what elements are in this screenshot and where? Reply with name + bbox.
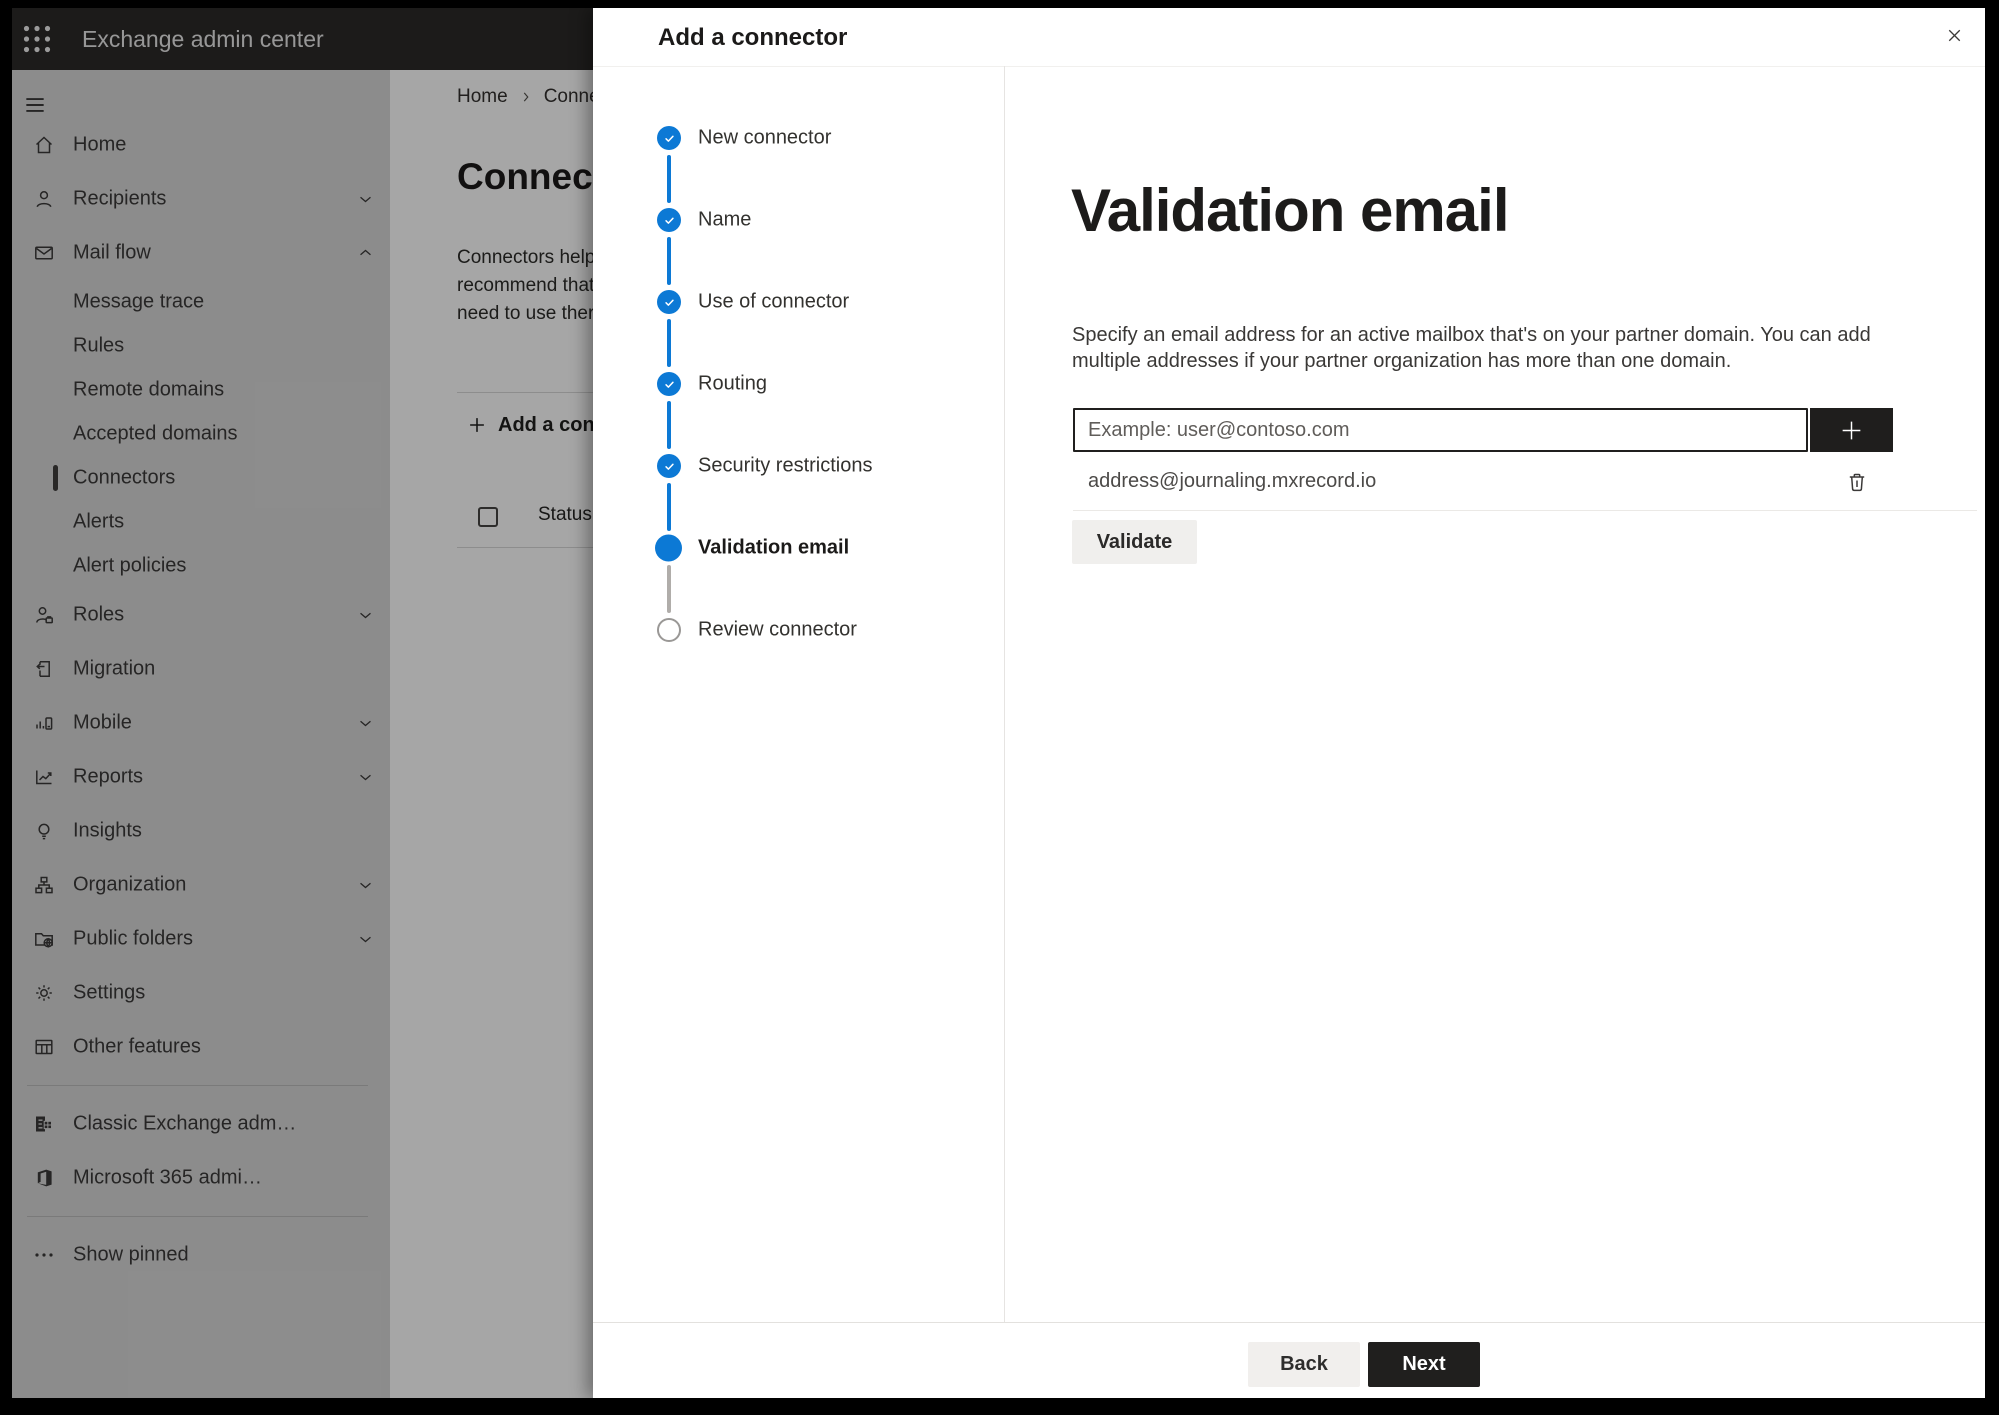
- step-security-restrictions[interactable]: Security restrictions: [593, 452, 1003, 480]
- back-button[interactable]: Back: [1248, 1342, 1360, 1387]
- wizard-page-heading: Validation email: [1071, 177, 1509, 244]
- step-name[interactable]: Name: [593, 206, 1003, 234]
- added-email-address: address@journaling.mxrecord.io: [1088, 470, 1377, 492]
- address-list-divider: [1073, 510, 1977, 511]
- step-check-icon: [657, 126, 681, 150]
- step-connector-line: [667, 237, 671, 285]
- validate-button[interactable]: Validate: [1072, 520, 1197, 564]
- step-connector-line: [667, 565, 671, 613]
- step-use-of-connector[interactable]: Use of connector: [593, 288, 1003, 316]
- trash-icon: [1845, 470, 1869, 494]
- email-address-input[interactable]: [1073, 408, 1808, 452]
- panel-title: Add a connector: [658, 24, 848, 51]
- step-new-connector[interactable]: New connector: [593, 124, 1003, 152]
- step-connector-line: [667, 155, 671, 203]
- step-validation-email[interactable]: Validation email: [593, 534, 1003, 562]
- wizard-page-description: Specify an email address for an active m…: [1072, 324, 1871, 372]
- next-button[interactable]: Next: [1368, 1342, 1480, 1387]
- close-icon: [1944, 25, 1965, 46]
- app-window: Exchange admin center Home Recipients Ma…: [12, 8, 1985, 1398]
- step-check-icon: [657, 454, 681, 478]
- close-button[interactable]: [1937, 18, 1971, 52]
- step-todo-circle: [657, 618, 681, 642]
- step-check-icon: [657, 208, 681, 232]
- step-routing[interactable]: Routing: [593, 370, 1003, 398]
- step-current-dot: [655, 534, 682, 562]
- steps-divider: [1004, 66, 1005, 1322]
- add-connector-panel: Add a connector New connector Name Use o…: [593, 8, 1985, 1398]
- step-connector-line: [667, 401, 671, 449]
- add-email-button[interactable]: [1810, 408, 1893, 452]
- step-check-icon: [657, 290, 681, 314]
- step-connector-line: [667, 483, 671, 531]
- step-review-connector[interactable]: Review connector: [593, 616, 1003, 644]
- step-check-icon: [657, 372, 681, 396]
- panel-header-divider: [593, 66, 1985, 67]
- step-connector-line: [667, 319, 671, 367]
- plus-icon: [1839, 418, 1864, 443]
- delete-address-button[interactable]: [1841, 466, 1873, 498]
- panel-footer-divider: [593, 1322, 1985, 1323]
